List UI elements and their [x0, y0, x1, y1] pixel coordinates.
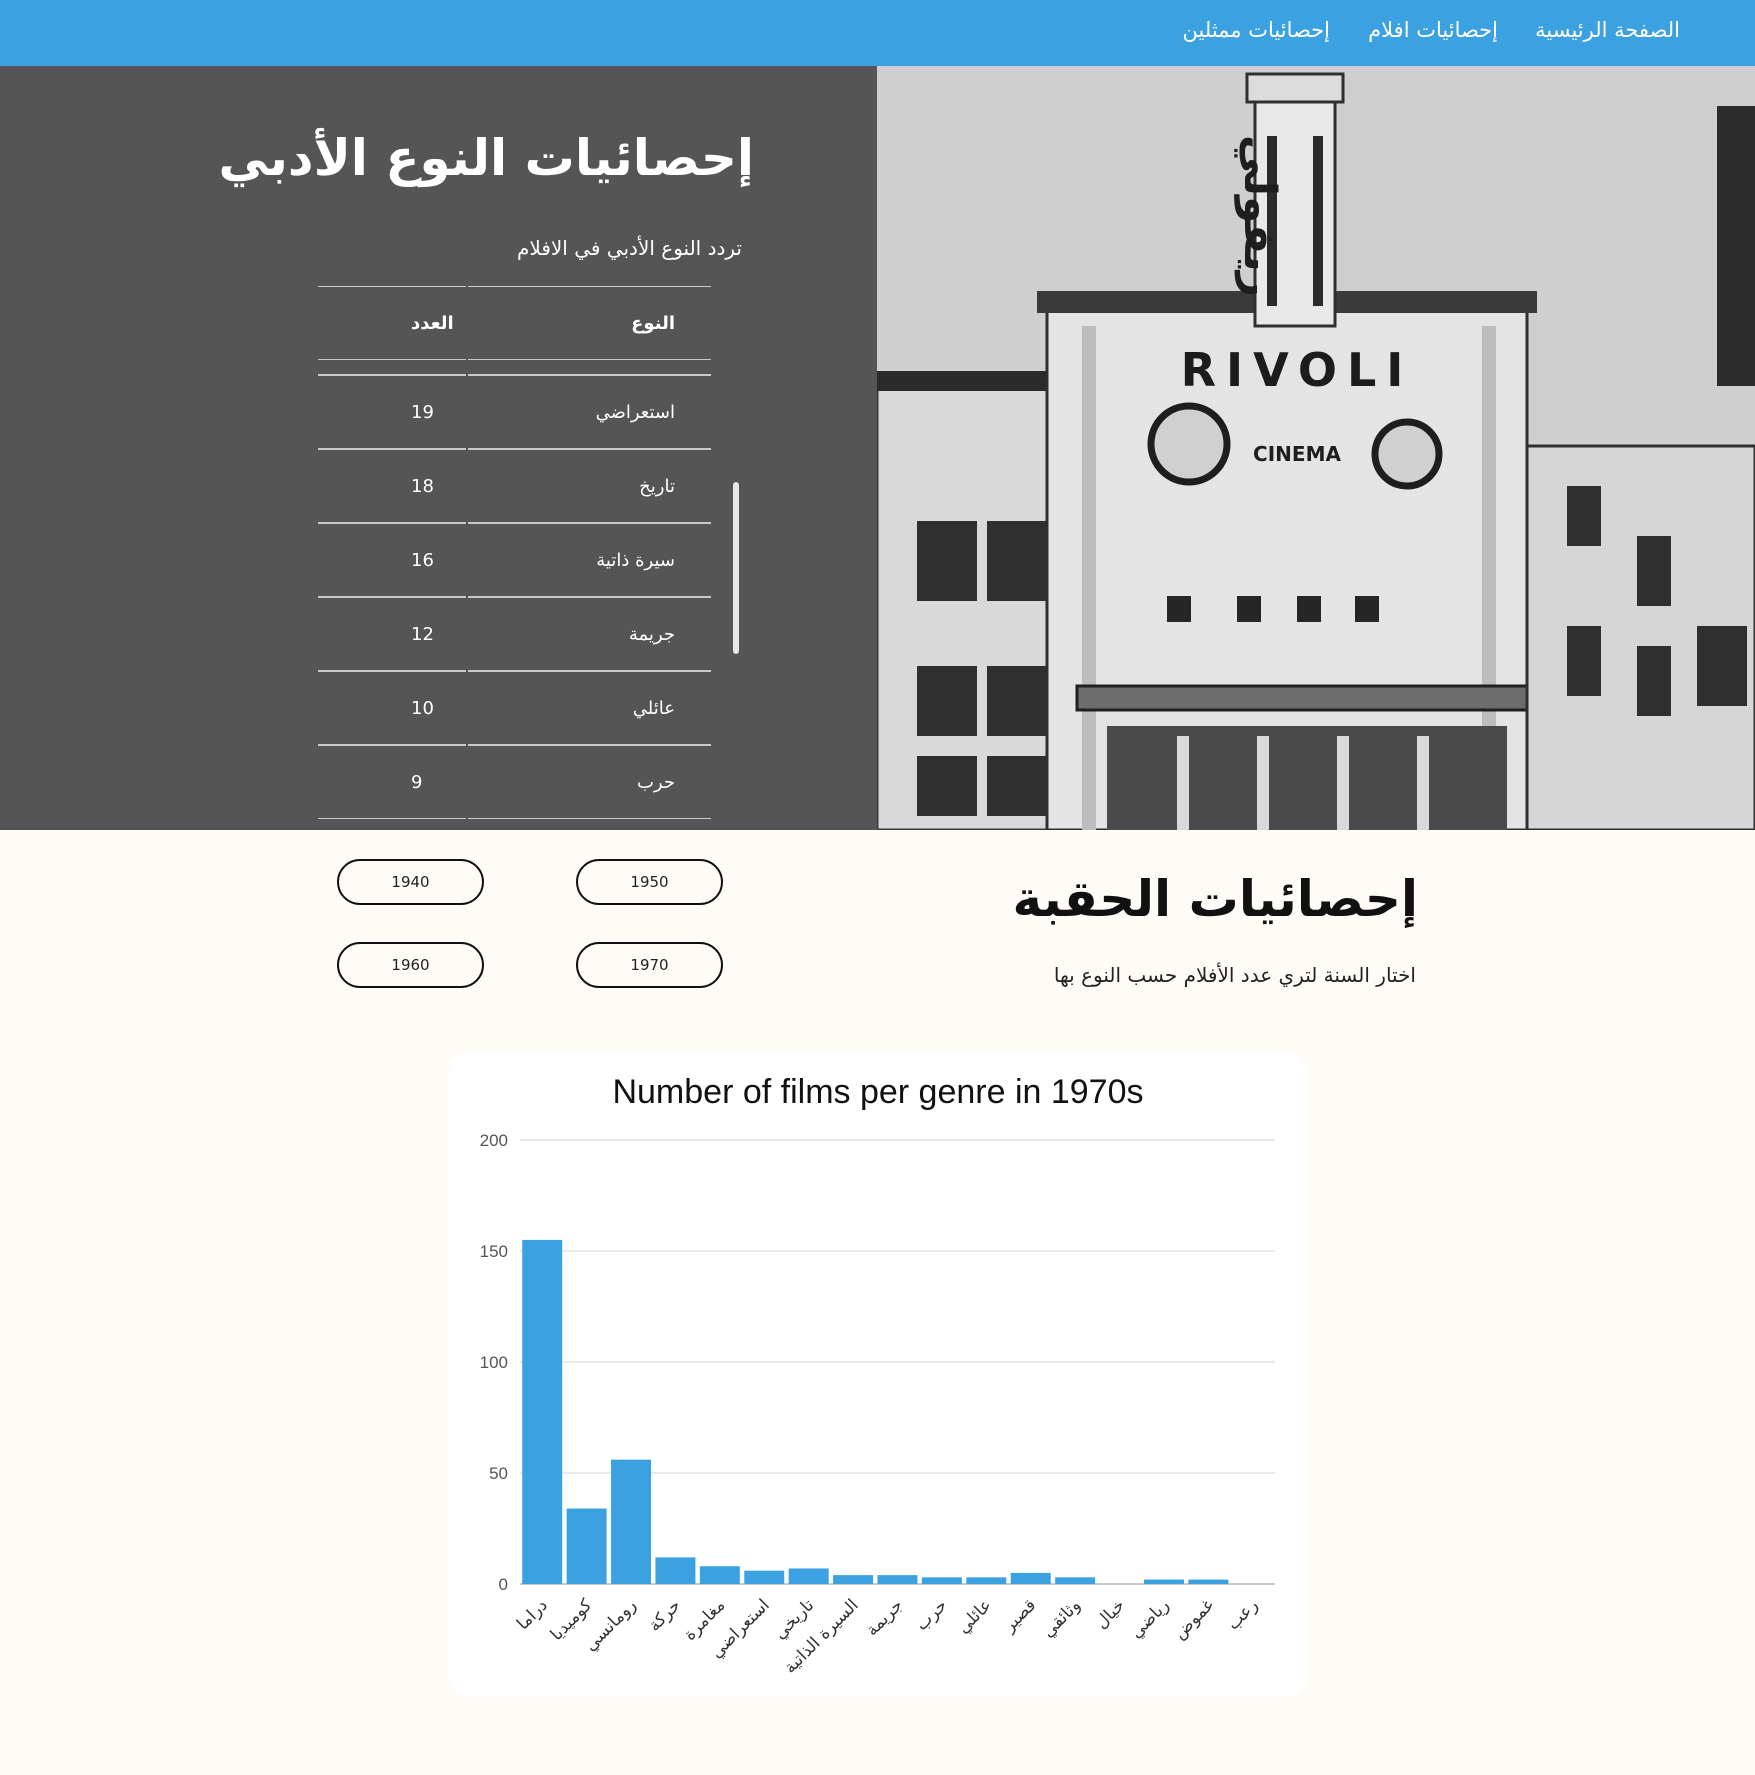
rivoli-cinema-photo: ريفولي RIVOLI CINEMA: [877, 66, 1755, 830]
tower-sign-text: ريفولي: [1234, 135, 1285, 297]
count-cell: 9: [318, 745, 466, 819]
x-tick-label: حرب: [912, 1595, 952, 1635]
genre-table-scroll-area[interactable]: النوع العدد استعراضي 19 تاريخ 18 سيرة ذا…: [316, 286, 713, 853]
rivoli-cinema-illustration: ريفولي RIVOLI CINEMA: [877, 66, 1755, 830]
y-tick-label: 150: [480, 1242, 508, 1261]
genre-bar-chart: 050100150200دراماكوميديارومانسي حركةمغامر…: [480, 1131, 1275, 1678]
genre-stats-title: إحصائيات النوع الأدبي: [218, 129, 754, 187]
table-row: حرب 9: [318, 745, 711, 819]
x-tick-label: دراما: [513, 1595, 552, 1634]
table-row: سيرة ذاتية 16: [318, 523, 711, 597]
table-row: استعراضي 19: [318, 375, 711, 449]
y-tick-label: 50: [489, 1464, 508, 1483]
bar: [1055, 1577, 1096, 1584]
count-cell: 16: [318, 523, 466, 597]
table-header-row: النوع العدد: [318, 286, 711, 360]
nav-link-actor-stats[interactable]: إحصائيات ممثلين: [1183, 18, 1330, 42]
x-tick-label: حركة: [645, 1595, 685, 1635]
table-spacer-row: [318, 360, 711, 375]
bar: [788, 1568, 829, 1584]
bar: [522, 1239, 563, 1584]
era-stats-subtitle: اختار السنة لتري عدد الأفلام حسب النوع ب…: [1053, 963, 1416, 987]
genre-frequency-table: النوع العدد استعراضي 19 تاريخ 18 سيرة ذا…: [316, 286, 713, 819]
count-cell: 10: [318, 671, 466, 745]
bar: [699, 1566, 740, 1584]
table-row: عائلي 10: [318, 671, 711, 745]
bar: [1143, 1579, 1184, 1584]
x-tick-label: عائلي: [954, 1595, 996, 1637]
nav-link-home[interactable]: الصفحة الرئيسية: [1535, 18, 1680, 42]
x-tick-label: قصير: [999, 1595, 1040, 1636]
bar: [1188, 1579, 1229, 1584]
y-tick-label: 100: [480, 1353, 508, 1372]
genre-stats-panel: إحصائيات النوع الأدبي تردد النوع الأدبي …: [0, 66, 877, 830]
x-tick-label: رعب: [1223, 1595, 1262, 1634]
column-header-count: العدد: [318, 286, 466, 360]
nav-link-film-stats[interactable]: إحصائيات افلام: [1368, 18, 1498, 42]
genre-cell: حرب: [467, 745, 711, 819]
top-navbar: الصفحة الرئيسية إحصائيات افلام إحصائيات …: [0, 0, 1755, 66]
table-row: تاريخ 18: [318, 449, 711, 523]
table-row: جريمة 12: [318, 597, 711, 671]
genre-cell: استعراضي: [467, 375, 711, 449]
genre-cell: جريمة: [467, 597, 711, 671]
x-tick-label: جريمة: [862, 1595, 907, 1640]
x-tick-label: خيال: [1091, 1595, 1129, 1633]
x-tick-label: وثائقي: [1038, 1595, 1084, 1641]
count-cell: 18: [318, 449, 466, 523]
count-cell: 19: [318, 375, 466, 449]
cinema-sign-text: CINEMA: [1253, 442, 1341, 466]
rivoli-sign-text: RIVOLI: [1181, 343, 1414, 397]
table-scrollbar[interactable]: [733, 416, 739, 796]
genre-chart-card: Number of films per genre in 1970s 0 50 10…: [448, 1051, 1308, 1697]
decade-button-1970[interactable]: 1970: [576, 942, 723, 988]
bar: [611, 1459, 652, 1584]
y-tick-label: 0: [499, 1575, 508, 1594]
bar: [966, 1577, 1007, 1584]
genre-cell: تاريخ: [467, 449, 711, 523]
era-stats-title: إحصائيات الحقبة: [1012, 870, 1419, 928]
table-scrollbar-thumb[interactable]: [733, 482, 739, 654]
bar: [744, 1570, 785, 1584]
bar: [566, 1508, 607, 1584]
bar: [833, 1575, 874, 1584]
decade-button-1950[interactable]: 1950: [576, 859, 723, 905]
genre-stats-subtitle: تردد النوع الأدبي في الافلام: [517, 236, 742, 260]
bar: [655, 1557, 696, 1584]
bar: [921, 1577, 962, 1584]
genre-cell: عائلي: [467, 671, 711, 745]
column-header-genre: النوع: [467, 286, 711, 360]
decade-button-1940[interactable]: 1940: [337, 859, 484, 905]
bar: [1010, 1572, 1051, 1584]
x-tick-label: رياضي: [1126, 1595, 1173, 1642]
x-tick-label: غموض: [1170, 1595, 1218, 1643]
genre-cell: سيرة ذاتية: [467, 523, 711, 597]
y-tick-label: 200: [480, 1131, 508, 1150]
bar: [877, 1575, 918, 1584]
count-cell: 12: [318, 597, 466, 671]
decade-button-1960[interactable]: 1960: [337, 942, 484, 988]
